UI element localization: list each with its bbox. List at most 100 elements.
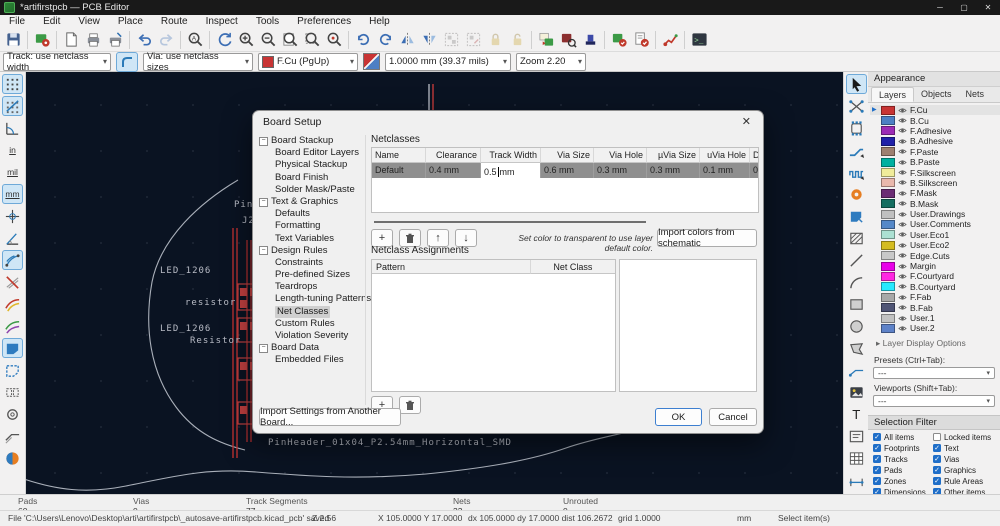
layer-display-options[interactable]: ▸ Layer Display Options	[868, 334, 1000, 351]
eye-icon[interactable]	[898, 189, 907, 198]
tree-item-board-finish[interactable]: Board Finish	[259, 172, 363, 184]
draw-polygon-button[interactable]	[846, 338, 867, 358]
menu-file[interactable]: File	[0, 15, 34, 28]
checkbox[interactable]: ✓	[873, 466, 881, 475]
layer-row-b-adhesive[interactable]: B.Adhesive	[870, 136, 1000, 146]
flip-button[interactable]	[396, 29, 418, 51]
layer-color-swatch[interactable]	[881, 292, 895, 302]
netclass-cell[interactable]: 0.6 mm	[541, 163, 594, 178]
layer-row-user-eco2[interactable]: User.Eco2	[870, 240, 1000, 250]
eye-icon[interactable]	[898, 314, 907, 323]
eye-icon[interactable]	[898, 303, 907, 312]
layer-row-b-mask[interactable]: B.Mask	[870, 199, 1000, 209]
filter-locked-items[interactable]: Locked items	[933, 433, 995, 443]
layer-row-f-silkscreen[interactable]: F.Silkscreen	[870, 167, 1000, 178]
checkbox[interactable]: ✓	[933, 466, 941, 475]
eye-icon[interactable]	[898, 137, 907, 146]
eye-icon[interactable]	[898, 158, 907, 167]
layer-row-user-drawings[interactable]: User.Drawings	[870, 209, 1000, 219]
tree-item-net-classes[interactable]: Net Classes	[259, 305, 363, 318]
select-tool-button[interactable]	[845, 74, 867, 94]
eye-icon[interactable]	[898, 168, 907, 177]
import-settings-button[interactable]: Import Settings from Another Board...	[259, 406, 401, 428]
netclass-assignments-table[interactable]: Pattern Net Class	[371, 259, 616, 392]
crosshair-style-button[interactable]	[2, 206, 23, 226]
tree-item-violation-severity[interactable]: Violation Severity	[259, 330, 363, 342]
checkbox[interactable]: ✓	[873, 477, 881, 486]
tune-length-button[interactable]	[846, 162, 867, 182]
layer-row-f-fab[interactable]: F.Fab	[870, 292, 1000, 302]
filter-tracks[interactable]: ✓ Tracks	[873, 455, 933, 465]
netclass-row-default[interactable]: Default 0.4 mm 0.5 mm 0.6 mm 0.3 mm 0.3 mm 0.1 …	[372, 163, 758, 178]
checkbox[interactable]: ✓	[933, 477, 941, 486]
grid-visibility-button[interactable]	[2, 74, 23, 94]
tree-item-design-rules[interactable]: − Design Rules	[259, 245, 363, 257]
local-ratsnest-button[interactable]	[846, 96, 867, 116]
layer-row-f-paste[interactable]: F.Paste	[870, 147, 1000, 157]
eye-icon[interactable]	[898, 324, 907, 333]
search-button[interactable]: A	[184, 29, 206, 51]
scripting-console-button[interactable]: >_	[688, 29, 710, 51]
menu-inspect[interactable]: Inspect	[197, 15, 247, 28]
add-rule-area-button[interactable]	[846, 228, 867, 248]
zone-outline-mode-button[interactable]	[2, 360, 23, 380]
layer-row-margin[interactable]: Margin	[870, 261, 1000, 271]
run-drc-button[interactable]	[630, 29, 652, 51]
checkbox[interactable]: ✓	[873, 433, 881, 442]
tree-collapse-icon[interactable]: −	[259, 246, 268, 256]
netclass-cell[interactable]: 0.2	[750, 163, 758, 178]
tree-collapse-icon[interactable]: −	[259, 343, 268, 353]
netclass-cell[interactable]: 0.4 mm	[426, 163, 481, 178]
eye-icon[interactable]	[898, 230, 907, 239]
undo-button[interactable]	[133, 29, 155, 51]
presets-combo[interactable]: --- ▾	[873, 366, 995, 379]
refresh-button[interactable]	[213, 29, 235, 51]
high-contrast-mode-button[interactable]	[2, 448, 23, 468]
column-header-clearance[interactable]: Clearance	[426, 148, 481, 163]
layer-color-swatch[interactable]	[881, 313, 895, 323]
zoom-in-button[interactable]	[235, 29, 257, 51]
filter-vias[interactable]: ✓ Vias	[933, 455, 995, 465]
eye-icon[interactable]	[898, 272, 907, 281]
sketch-pads-mode-button[interactable]	[2, 382, 23, 402]
polar-coordinates-button[interactable]	[2, 118, 23, 138]
three-d-viewer-button[interactable]	[579, 29, 601, 51]
layer-color-swatch[interactable]	[881, 219, 895, 229]
tree-item-pre-defined-sizes[interactable]: Pre-defined Sizes	[259, 269, 363, 281]
tree-item-constraints[interactable]: Constraints	[259, 257, 363, 269]
menu-route[interactable]: Route	[152, 15, 197, 28]
layer-row-f-mask[interactable]: F.Mask	[870, 188, 1000, 198]
tab-layers[interactable]: Layers	[871, 87, 915, 102]
tree-item-solder-mask-paste[interactable]: Solder Mask/Paste	[259, 184, 363, 196]
delete-assignment-button[interactable]	[399, 396, 421, 414]
eye-icon[interactable]	[898, 116, 907, 125]
layer-row-f-adhesive[interactable]: F.Adhesive	[870, 126, 1000, 136]
tree-item-physical-stackup[interactable]: Physical Stackup	[259, 159, 363, 171]
eye-icon[interactable]	[898, 293, 907, 302]
limit-45-degrees-button[interactable]	[2, 228, 23, 248]
add-textbox-button[interactable]	[846, 426, 867, 446]
tree-item-text-variables[interactable]: Text Variables	[259, 233, 363, 245]
import-colors-button[interactable]: Import colors from schematic	[657, 227, 757, 249]
layer-color-swatch[interactable]	[881, 240, 895, 250]
column-header--via-size[interactable]: µVia Size	[647, 148, 700, 163]
zoom-fit-button[interactable]	[279, 29, 301, 51]
filter-graphics[interactable]: ✓ Graphics	[933, 466, 995, 476]
checkbox[interactable]: ✓	[873, 444, 881, 453]
mirror-button[interactable]	[418, 29, 440, 51]
layer-color-swatch[interactable]	[881, 157, 895, 167]
layer-color-swatch[interactable]	[881, 251, 895, 261]
minimize-button[interactable]: ─	[928, 0, 952, 15]
plot-button[interactable]	[104, 29, 126, 51]
eye-icon[interactable]	[898, 106, 907, 115]
rotate-ccw-button[interactable]	[352, 29, 374, 51]
net-color-mode-button[interactable]	[2, 316, 23, 336]
zone-fill-mode-button[interactable]	[2, 338, 23, 358]
rounded-track-corner-toggle[interactable]	[116, 51, 138, 72]
layer-row-f-courtyard[interactable]: F.Courtyard	[870, 271, 1000, 281]
layer-row-user-2[interactable]: User.2	[870, 323, 1000, 333]
menu-tools[interactable]: Tools	[247, 15, 288, 28]
menu-preferences[interactable]: Preferences	[288, 15, 360, 28]
add-leader-button[interactable]	[846, 360, 867, 380]
eye-icon[interactable]	[898, 282, 907, 291]
